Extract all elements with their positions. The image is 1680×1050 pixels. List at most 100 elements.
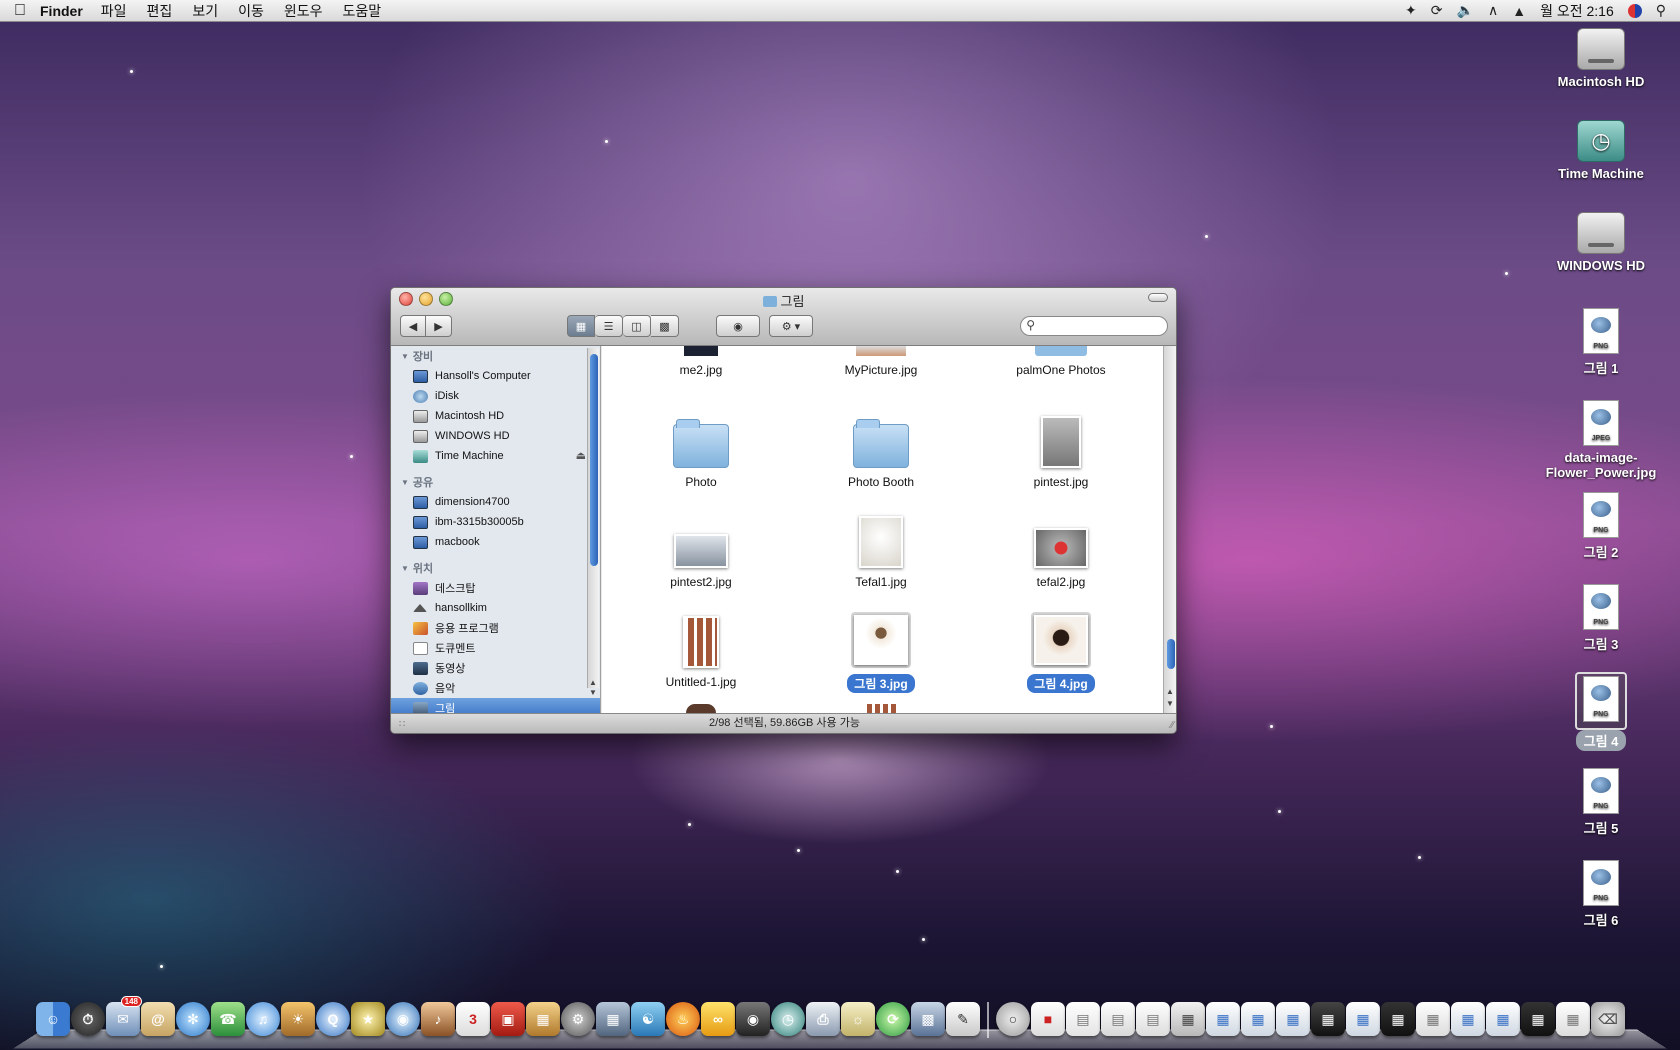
action-menu-button[interactable]: ⚙ ▾	[769, 315, 813, 337]
search-input[interactable]	[1020, 316, 1168, 336]
file-item[interactable]: tefal2.jpg	[976, 510, 1146, 590]
ical-icon[interactable]: 3	[456, 1002, 490, 1036]
desktop-icon-flower-power[interactable]: JPEG data-image-Flower_Power.jpg	[1541, 400, 1661, 480]
app-menu[interactable]: Finder	[40, 3, 83, 19]
sidebar-scrollbar[interactable]: ▲ ▼	[587, 348, 599, 697]
sidebar-item-home[interactable]: hansollkim	[391, 598, 600, 618]
dashboard-icon[interactable]: ⏱	[71, 1002, 105, 1036]
file-item[interactable]: Untitled-1.jpg	[616, 610, 786, 690]
desktop-icon-windows-hd[interactable]: WINDOWS HD	[1541, 212, 1661, 273]
sidebar-item-dimension4700[interactable]: dimension4700	[391, 492, 600, 512]
screenshot-thumbnail-icon[interactable]: ▦	[1486, 1002, 1520, 1036]
file-item[interactable]: me2.jpg	[616, 346, 786, 378]
document-icon[interactable]: ▤	[1136, 1002, 1170, 1036]
spotlight-search-icon[interactable]: ⚲	[1656, 2, 1666, 19]
bluetooth-icon[interactable]: ∧	[1488, 2, 1498, 19]
cover-flow-button[interactable]: ▩	[651, 315, 679, 337]
input-source-icon[interactable]	[1627, 3, 1642, 18]
file-item[interactable]: Photo	[616, 410, 786, 490]
sidebar-item-music[interactable]: 음악	[391, 678, 600, 698]
imovie-icon[interactable]: ★	[351, 1002, 385, 1036]
photo-app-icon[interactable]: ▩	[911, 1002, 945, 1036]
sidebar-header-shared[interactable]: ▼ 공유	[391, 472, 600, 492]
file-item[interactable]: Photo Booth	[796, 410, 966, 490]
desktop-icon-picture-3[interactable]: PNG 그림 3	[1541, 584, 1661, 653]
column-view-button[interactable]: ◫	[623, 315, 651, 337]
preview-icon[interactable]: ▦	[526, 1002, 560, 1036]
wifi-icon[interactable]: ▲	[1512, 3, 1526, 19]
icon-view-button[interactable]: ▦	[567, 315, 595, 337]
screenshot-thumbnail-icon[interactable]: ▦	[1451, 1002, 1485, 1036]
photo-booth-icon[interactable]: ▣	[491, 1002, 525, 1036]
screenshot-thumbnail-icon[interactable]: ▦	[1416, 1002, 1450, 1036]
sidebar-item-documents[interactable]: 도큐멘트	[391, 638, 600, 658]
desktop-icon-picture-4[interactable]: PNG 그림 4	[1541, 672, 1661, 751]
menu-window[interactable]: 윈도우	[284, 1, 323, 21]
sync-icon[interactable]: ⟳	[1431, 2, 1443, 19]
ichat-icon[interactable]: ☎	[211, 1002, 245, 1036]
file-item[interactable]: 그림 4.jpg	[976, 610, 1146, 693]
dvd-player-icon[interactable]: ◉	[386, 1002, 420, 1036]
sidebar-item-macbook[interactable]: macbook	[391, 532, 600, 552]
sidebar-item-desktop[interactable]: 데스크탑	[391, 578, 600, 598]
sidebar-item-applications[interactable]: 응용 프로그램	[391, 618, 600, 638]
apple-menu-icon[interactable]: 	[0, 2, 40, 20]
garageband-icon[interactable]: ♪	[421, 1002, 455, 1036]
itunes-icon[interactable]: ♫	[246, 1002, 280, 1036]
menu-help[interactable]: 도움말	[342, 1, 381, 21]
file-item[interactable]: pintest2.jpg	[616, 510, 786, 590]
address-book-icon[interactable]: @	[141, 1002, 175, 1036]
scroll-arrows-icon[interactable]: ▲ ▼	[1166, 686, 1174, 710]
resize-grip-icon[interactable]: ∕∕	[1171, 716, 1174, 733]
file-item[interactable]: palmOne Photos	[976, 346, 1146, 378]
finder-icon[interactable]: ☺	[36, 1002, 70, 1036]
script-icon[interactable]: ✦	[1405, 2, 1417, 19]
file-item[interactable]: Tefal1.jpg	[796, 510, 966, 590]
trash-icon[interactable]: ⌫	[1591, 1002, 1625, 1036]
system-preferences-icon[interactable]: ⚙	[561, 1002, 595, 1036]
quicktime-icon[interactable]: Q	[316, 1002, 350, 1036]
list-view-button[interactable]: ☰	[595, 315, 623, 337]
image-capture-icon[interactable]: ⎙	[806, 1002, 840, 1036]
sidebar-item-movies[interactable]: 동영상	[391, 658, 600, 678]
mail-icon[interactable]: ✉ 148	[106, 996, 142, 1036]
menu-clock[interactable]: 월 오전 2:16	[1540, 1, 1614, 21]
sidebar-item-windows-hd[interactable]: WINDOWS HD	[391, 426, 600, 446]
screenshot-thumbnail-icon[interactable]: ▦	[1276, 1002, 1310, 1036]
quick-look-button[interactable]: ◉	[716, 315, 760, 337]
time-machine-dock-icon[interactable]: ◷	[771, 1002, 805, 1036]
pdf-document-icon[interactable]: ■	[1031, 1002, 1065, 1036]
document-icon[interactable]: ▤	[1066, 1002, 1100, 1036]
file-item[interactable]: 그림 3.jpg	[796, 610, 966, 693]
content-scrollbar[interactable]: ▲ ▼	[1163, 346, 1176, 713]
scrollbar-thumb[interactable]	[1167, 639, 1175, 669]
sidebar-resize-handle-icon[interactable]: ∷	[399, 715, 405, 733]
screenshot-thumbnail-icon[interactable]: ▦	[1346, 1002, 1380, 1036]
screenshot-thumbnail-icon[interactable]: ▦	[1171, 1002, 1205, 1036]
desktop-icon-picture-2[interactable]: PNG 그림 2	[1541, 492, 1661, 561]
downloads-stack-icon[interactable]: ○	[996, 1002, 1030, 1036]
safari-icon[interactable]: ✻	[176, 1002, 210, 1036]
sidebar-item-ibm[interactable]: ibm-3315b30005b	[391, 512, 600, 532]
desktop-icon-time-machine[interactable]: ◷ Time Machine	[1541, 120, 1661, 181]
screenshot-thumbnail-icon[interactable]: ▦	[1311, 1002, 1345, 1036]
scrollbar-thumb[interactable]	[590, 354, 598, 566]
forward-button[interactable]: ▶	[426, 315, 452, 337]
document-icon[interactable]: ▤	[1101, 1002, 1135, 1036]
toolbar-toggle-button[interactable]	[1148, 293, 1168, 302]
desktop-icon-picture-5[interactable]: PNG 그림 5	[1541, 768, 1661, 837]
screenshot-thumbnail-icon[interactable]: ▦	[1206, 1002, 1240, 1036]
sidebar-header-devices[interactable]: ▼ 장비	[391, 346, 600, 366]
desktop-icon-macintosh-hd[interactable]: Macintosh HD	[1541, 28, 1661, 89]
scroll-arrows-icon[interactable]: ▲ ▼	[589, 678, 597, 698]
title-bar[interactable]: 그림 ◀ ▶ ▦ ☰ ◫ ▩ ◉ ⚙ ▾ ⚲	[391, 288, 1176, 346]
screenshot-thumbnail-icon[interactable]: ▦	[1521, 1002, 1555, 1036]
file-item[interactable]: MyPicture.jpg	[796, 346, 966, 378]
screenshot-thumbnail-icon[interactable]: ▦	[1556, 1002, 1590, 1036]
eject-icon[interactable]: ⏏	[576, 449, 586, 462]
iphoto-icon[interactable]: ☀	[281, 1002, 315, 1036]
document-stack-icon[interactable]: ✎	[946, 1002, 980, 1036]
swirl-app-icon[interactable]: ⟳	[876, 1002, 910, 1036]
screenshot-thumbnail-icon[interactable]: ▦	[1381, 1002, 1415, 1036]
spaces-icon[interactable]: ▦	[596, 1002, 630, 1036]
